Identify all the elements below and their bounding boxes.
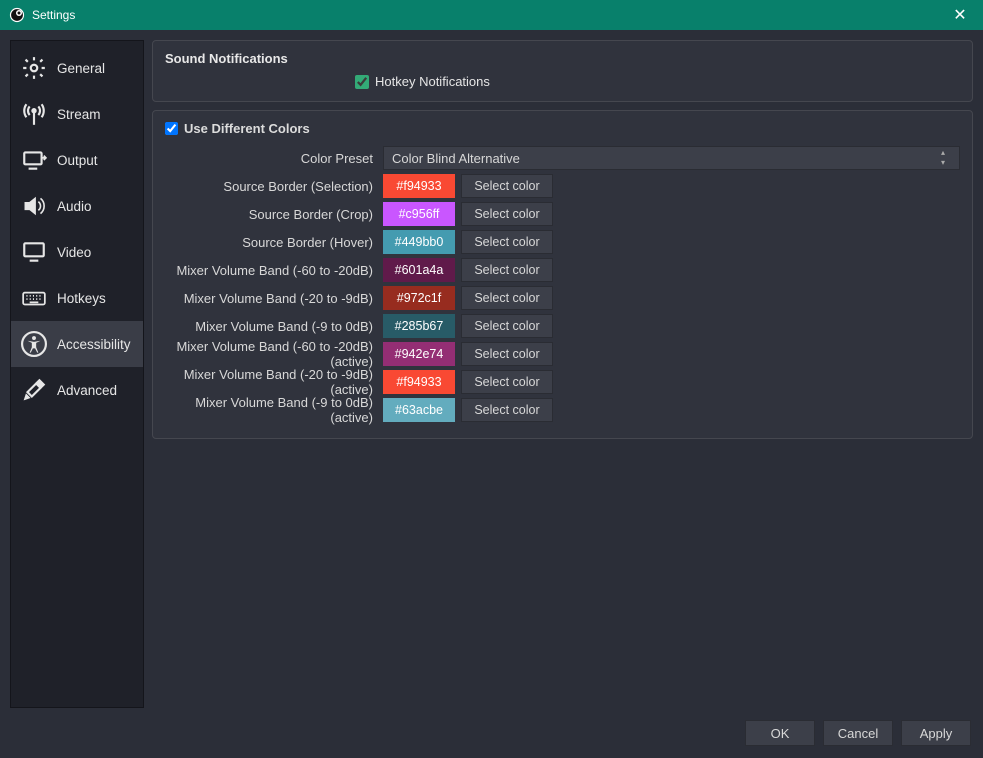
dialog-body: General Stream Output (0, 30, 983, 718)
antenna-icon (21, 101, 47, 127)
app-logo-icon (8, 6, 26, 24)
color-row: Source Border (Selection) #f94933Select c… (165, 174, 960, 198)
color-row: Mixer Volume Band (-9 to 0dB) #285b67Sele… (165, 314, 960, 338)
sidebar-item-hotkeys[interactable]: Hotkeys (11, 275, 143, 321)
keyboard-icon (21, 285, 47, 311)
color-row: Mixer Volume Band (-20 to -9dB) (active)… (165, 370, 960, 394)
sidebar-item-stream[interactable]: Stream (11, 91, 143, 137)
hotkey-notifications-checkbox[interactable] (355, 75, 369, 89)
use-different-colors-label: Use Different Colors (184, 121, 310, 136)
select-color-button[interactable]: Select color (461, 314, 553, 338)
color-swatch[interactable]: #c956ff (383, 202, 455, 226)
sidebar-item-label: Video (57, 245, 91, 260)
color-row-label: Mixer Volume Band (-9 to 0dB) (active) (165, 395, 377, 425)
sidebar: General Stream Output (10, 40, 144, 708)
color-preset-label: Color Preset (165, 151, 377, 166)
apply-button[interactable]: Apply (901, 720, 971, 746)
spinner-icon: ▴▾ (935, 148, 951, 168)
sound-notifications-title: Sound Notifications (165, 51, 960, 66)
sidebar-item-label: Audio (57, 199, 92, 214)
speaker-icon (21, 193, 47, 219)
sidebar-item-advanced[interactable]: Advanced (11, 367, 143, 413)
color-row-label: Mixer Volume Band (-20 to -9dB) (165, 291, 377, 306)
sidebar-item-video[interactable]: Video (11, 229, 143, 275)
use-different-colors-header: Use Different Colors (165, 121, 960, 136)
color-row: Source Border (Hover) #449bb0Select color (165, 230, 960, 254)
select-color-button[interactable]: Select color (461, 286, 553, 310)
sidebar-item-general[interactable]: General (11, 45, 143, 91)
select-color-button[interactable]: Select color (461, 398, 553, 422)
hotkey-notifications-row: Hotkey Notifications (355, 74, 960, 89)
select-color-button[interactable]: Select color (461, 202, 553, 226)
sidebar-item-label: Accessibility (57, 337, 131, 352)
select-color-button[interactable]: Select color (461, 370, 553, 394)
color-swatch[interactable]: #285b67 (383, 314, 455, 338)
sidebar-item-label: General (57, 61, 105, 76)
sidebar-item-label: Advanced (57, 383, 117, 398)
color-row-label: Source Border (Hover) (165, 235, 377, 250)
use-different-colors-checkbox[interactable] (165, 122, 178, 135)
colors-group: Use Different Colors Color Preset Color … (152, 110, 973, 439)
sidebar-item-label: Stream (57, 107, 101, 122)
color-preset-select[interactable]: Color Blind Alternative ▴▾ (383, 146, 960, 170)
color-swatch[interactable]: #f94933 (383, 174, 455, 198)
color-row-label: Mixer Volume Band (-20 to -9dB) (active) (165, 367, 377, 397)
color-swatch[interactable]: #972c1f (383, 286, 455, 310)
color-row-label: Source Border (Crop) (165, 207, 377, 222)
sound-notifications-group: Sound Notifications Hotkey Notifications (152, 40, 973, 102)
color-row: Mixer Volume Band (-60 to -20dB) (active… (165, 342, 960, 366)
color-preset-row: Color Preset Color Blind Alternative ▴▾ (165, 146, 960, 170)
color-row-label: Mixer Volume Band (-60 to -20dB) (active… (165, 339, 377, 369)
sidebar-item-output[interactable]: Output (11, 137, 143, 183)
color-swatch[interactable]: #942e74 (383, 342, 455, 366)
color-row-label: Source Border (Selection) (165, 179, 377, 194)
gear-icon (21, 55, 47, 81)
select-color-button[interactable]: Select color (461, 342, 553, 366)
sidebar-item-accessibility[interactable]: Accessibility (11, 321, 143, 367)
sidebar-item-label: Output (57, 153, 98, 168)
select-color-button[interactable]: Select color (461, 230, 553, 254)
window-title: Settings (32, 8, 945, 22)
color-swatch[interactable]: #449bb0 (383, 230, 455, 254)
tools-icon (21, 377, 47, 403)
output-monitor-icon (21, 147, 47, 173)
color-swatch[interactable]: #63acbe (383, 398, 455, 422)
color-row-label: Mixer Volume Band (-60 to -20dB) (165, 263, 377, 278)
window-close-button[interactable]: ✕ (945, 0, 975, 30)
select-color-button[interactable]: Select color (461, 174, 553, 198)
color-row: Mixer Volume Band (-60 to -20dB) #601a4aS… (165, 258, 960, 282)
color-swatch[interactable]: #f94933 (383, 370, 455, 394)
sidebar-item-label: Hotkeys (57, 291, 106, 306)
color-preset-value: Color Blind Alternative (392, 151, 520, 166)
color-row-label: Mixer Volume Band (-9 to 0dB) (165, 319, 377, 334)
hotkey-notifications-label: Hotkey Notifications (375, 74, 490, 89)
color-row: Source Border (Crop) #c956ffSelect color (165, 202, 960, 226)
titlebar: Settings ✕ (0, 0, 983, 30)
ok-button[interactable]: OK (745, 720, 815, 746)
monitor-icon (21, 239, 47, 265)
color-row: Mixer Volume Band (-9 to 0dB) (active)#6… (165, 398, 960, 422)
color-swatch[interactable]: #601a4a (383, 258, 455, 282)
dialog-footer: OK Cancel Apply (0, 718, 983, 758)
color-row: Mixer Volume Band (-20 to -9dB) #972c1fSe… (165, 286, 960, 310)
sidebar-item-audio[interactable]: Audio (11, 183, 143, 229)
select-color-button[interactable]: Select color (461, 258, 553, 282)
cancel-button[interactable]: Cancel (823, 720, 893, 746)
content-area: Sound Notifications Hotkey Notifications… (152, 40, 973, 708)
accessibility-icon (21, 331, 47, 357)
